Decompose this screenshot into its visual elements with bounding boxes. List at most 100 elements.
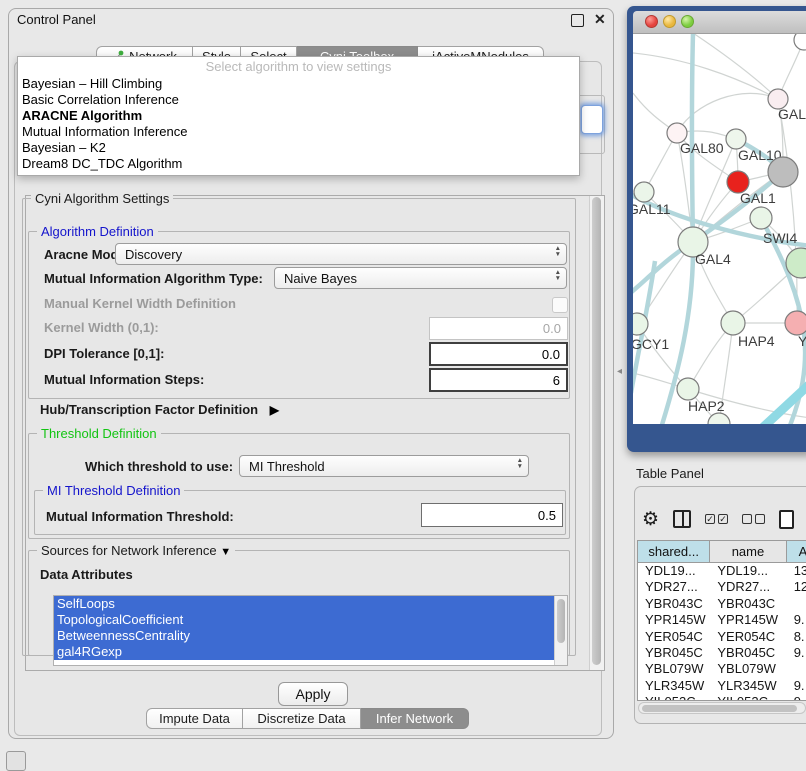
bottom-tab-impute-data[interactable]: Impute Data — [146, 708, 243, 729]
network-node-hap2[interactable] — [677, 378, 699, 400]
dropdown-item-bayesian-hill-climbing[interactable]: Bayesian – Hill Climbing — [18, 76, 579, 92]
table-cell: YDL19... — [710, 563, 786, 579]
table-cell: YIL052C — [710, 694, 786, 701]
dropdown-item-aracne-algorithm[interactable]: ARACNE Algorithm — [18, 108, 579, 124]
table-cell: YBR045C — [638, 645, 710, 661]
table-row[interactable]: YPR145WYPR145W9. — [638, 612, 806, 628]
network-node[interactable] — [768, 157, 798, 187]
split-columns-icon[interactable] — [673, 510, 691, 528]
kernel-width-field[interactable]: 0.0 — [429, 317, 568, 340]
apply-button[interactable]: Apply — [278, 682, 348, 706]
network-node[interactable] — [794, 33, 806, 50]
table-row[interactable]: YIL052CYIL052C9. — [638, 694, 806, 701]
network-window-titlebar[interactable] — [633, 11, 806, 34]
mi-steps-field[interactable]: 6 — [429, 368, 568, 392]
sources-title-row[interactable]: Sources for Network Inference ▼ — [37, 543, 235, 558]
scrollbar-thumb[interactable] — [557, 599, 565, 643]
mi-threshold-field[interactable]: 0.5 — [421, 503, 563, 527]
attribute-item-topologicalcoefficient[interactable]: TopologicalCoefficient — [54, 612, 567, 628]
zoom-traffic-light[interactable] — [681, 15, 694, 28]
table-horizontal-scrollbar[interactable] — [638, 702, 806, 714]
table-cell: YBL079W — [638, 661, 710, 677]
table-cell: YBR043C — [710, 596, 786, 612]
table-cell — [787, 596, 806, 612]
table-row[interactable]: YLR345WYLR345W9. — [638, 678, 806, 694]
algorithm-definition-title: Algorithm Definition — [37, 224, 158, 239]
which-threshold-combo[interactable]: MI Threshold ▲▼ — [239, 455, 529, 477]
node-label: GAL4 — [695, 251, 731, 267]
deselect-all-checks-icon[interactable] — [742, 514, 765, 524]
table-row[interactable]: YBR045CYBR045C9. — [638, 645, 806, 661]
node-label: GCY1 — [633, 336, 669, 352]
column-header-name[interactable]: name — [710, 541, 786, 563]
scrollbar-thumb[interactable] — [592, 197, 601, 665]
tab-label: Impute Data — [159, 711, 230, 726]
dropdown-item-bayesian-k2[interactable]: Bayesian – K2 — [18, 140, 579, 156]
attribute-item-selfloops[interactable]: SelfLoops — [54, 596, 567, 612]
scrollbar-thumb[interactable] — [642, 705, 797, 712]
network-node-swi4[interactable] — [750, 207, 772, 229]
node-label: HAP4 — [738, 333, 775, 349]
manual-kernel-checkbox[interactable] — [552, 297, 568, 313]
node-label: GAL — [778, 106, 806, 122]
attribute-item-gal4rgexp[interactable]: gal4RGexp — [54, 644, 567, 660]
network-node-y[interactable] — [785, 311, 806, 335]
export-table-icon[interactable] — [779, 510, 794, 529]
table-row[interactable]: YDL19...YDL19...13 — [638, 563, 806, 579]
aracne-mode-combo[interactable]: Discovery ▲▼ — [115, 243, 567, 265]
table-cell: YLR345W — [710, 678, 786, 694]
inference-algorithm-combo-fragment[interactable] — [581, 105, 603, 134]
node-table[interactable]: shared...nameA YDL19...YDL19...13YDR27..… — [637, 540, 806, 701]
data-attributes-list[interactable]: SelfLoopsTopologicalCoefficientBetweenne… — [53, 595, 568, 666]
list-vertical-scrollbar[interactable] — [554, 596, 567, 665]
app-root: Control Panel ✕ NetworkStyleSelectCyni T… — [0, 0, 806, 762]
table-cell: YBR045C — [710, 645, 786, 661]
minimize-traffic-light[interactable] — [663, 15, 676, 28]
table-cell — [787, 661, 806, 677]
table-cell: 9. — [787, 612, 806, 628]
column-header-shared-[interactable]: shared... — [638, 541, 710, 563]
table-row[interactable]: YBL079WYBL079W — [638, 661, 806, 677]
network-canvas[interactable]: GALGAL80GAL10GAL1GAL11SWI4GAL4HAP4YGCY1H… — [633, 33, 806, 424]
network-node-hap4[interactable] — [721, 311, 745, 335]
which-threshold-value: MI Threshold — [249, 459, 325, 474]
network-node-gal10[interactable] — [726, 129, 746, 149]
node-label: GAL11 — [633, 201, 671, 217]
tab-label: Discretize Data — [257, 711, 345, 726]
aracne-mode-value: Discovery — [125, 247, 182, 262]
attribute-item-betweennesscentrality[interactable]: BetweennessCentrality — [54, 628, 567, 644]
dropdown-item-mutual-information-inference[interactable]: Mutual Information Inference — [18, 124, 579, 140]
settings-vertical-scrollbar[interactable] — [589, 196, 604, 670]
cytopanel-cut-button[interactable] — [6, 751, 26, 771]
close-icon[interactable]: ✕ — [594, 11, 606, 28]
table-cell: YIL052C — [638, 694, 710, 701]
table-cell: YPR145W — [710, 612, 786, 628]
close-traffic-light[interactable] — [645, 15, 658, 28]
select-all-checks-icon[interactable]: ✓✓ — [705, 514, 728, 524]
which-threshold-label: Which threshold to use: — [85, 459, 233, 474]
collapse-arrow-icon[interactable]: ▼ — [220, 546, 231, 558]
hub-section-row[interactable]: Hub/Transcription Factor Definition ▶ — [40, 402, 279, 417]
bottom-tab-infer-network[interactable]: Infer Network — [361, 708, 469, 729]
table-row[interactable]: YER054CYER054C8. — [638, 629, 806, 645]
expand-arrow-icon[interactable]: ▶ — [270, 403, 279, 417]
node-label: GAL1 — [740, 190, 776, 206]
dropdown-item-basic-correlation-inference[interactable]: Basic Correlation Inference — [18, 92, 579, 108]
dpi-tolerance-field[interactable]: 0.0 — [429, 342, 568, 366]
float-icon[interactable] — [571, 14, 584, 27]
network-node-gal11[interactable] — [634, 182, 654, 202]
bottom-tab-discretize-data[interactable]: Discretize Data — [243, 708, 361, 729]
mi-type-value: Naive Bayes — [284, 271, 357, 286]
table-cell: YDR27... — [710, 579, 786, 595]
table-cell: 12 — [787, 579, 806, 595]
table-row[interactable]: YBR043CYBR043C — [638, 596, 806, 612]
gear-icon[interactable]: ⚙ — [642, 510, 659, 529]
tab-label: Infer Network — [376, 711, 453, 726]
table-cell: YLR345W — [638, 678, 710, 694]
panel-divider-handle[interactable]: ◂ — [617, 366, 622, 377]
table-row[interactable]: YDR27...YDR27...12 — [638, 579, 806, 595]
table-cell: YER054C — [638, 629, 710, 645]
column-header-a[interactable]: A — [787, 541, 806, 563]
mi-type-combo[interactable]: Naive Bayes ▲▼ — [274, 267, 567, 289]
dropdown-item-dream8-dc-tdc-algorithm[interactable]: Dream8 DC_TDC Algorithm — [18, 156, 579, 172]
